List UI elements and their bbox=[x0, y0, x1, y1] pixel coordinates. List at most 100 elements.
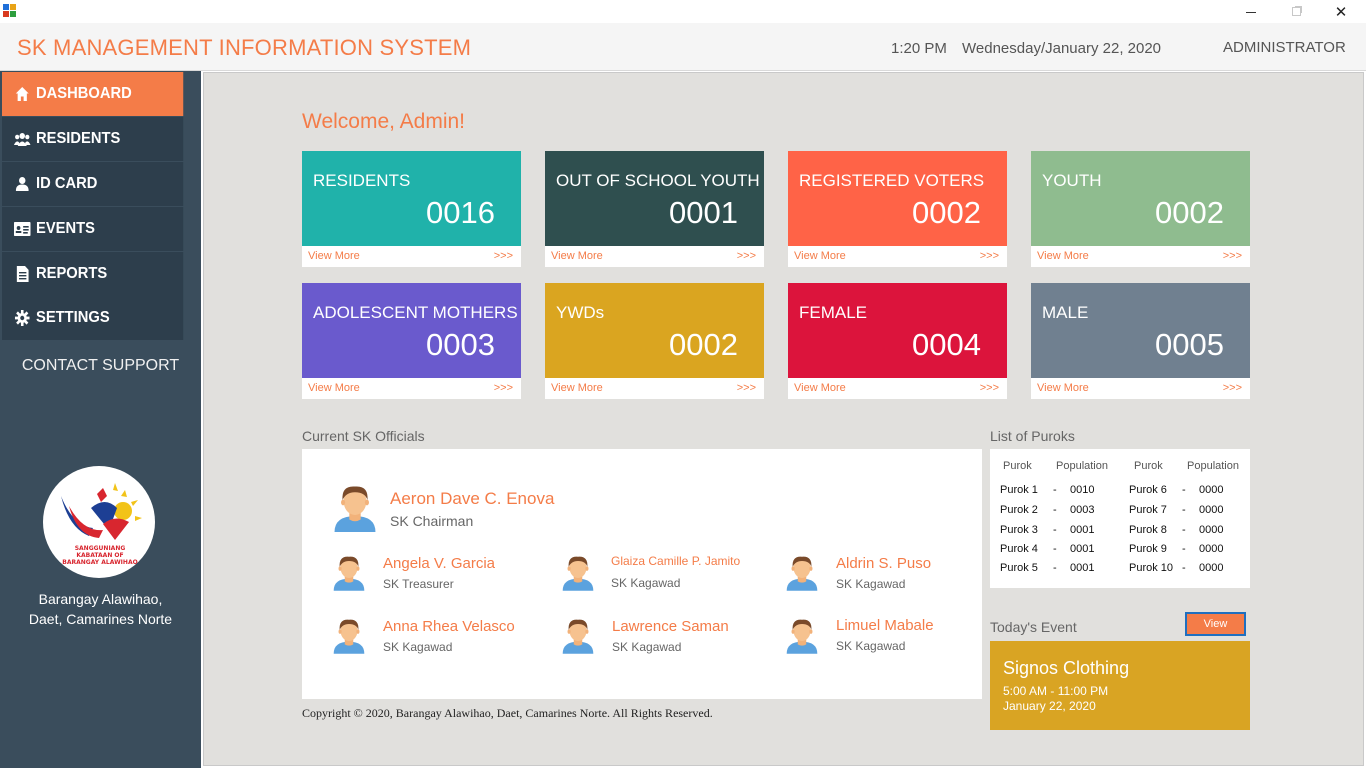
stat-card-value: 0003 bbox=[426, 327, 495, 362]
view-more-arrows[interactable]: >>> bbox=[1223, 250, 1242, 262]
sidebar-item-label: SETTINGS bbox=[36, 309, 110, 326]
stat-card-header: ADOLESCENT MOTHERS 0003 bbox=[302, 283, 521, 378]
purok-name: Purok 8 bbox=[1129, 524, 1167, 536]
official-avatar-icon bbox=[561, 616, 595, 659]
contact-support-link[interactable]: CONTACT SUPPORT bbox=[0, 357, 201, 375]
purok-name: Purok 10 bbox=[1129, 562, 1174, 574]
view-more-arrows[interactable]: >>> bbox=[980, 382, 999, 394]
view-more-link[interactable]: View More bbox=[308, 250, 360, 262]
purok-dash: - bbox=[1182, 562, 1186, 574]
app-icon bbox=[3, 4, 17, 18]
stat-card-header: RESIDENTS 0016 bbox=[302, 151, 521, 246]
event-name: Signos Clothing bbox=[1003, 658, 1130, 678]
barangay-location-line: Daet, Camarines Norte bbox=[28, 611, 173, 627]
purok-name: Purok 2 bbox=[1000, 504, 1038, 516]
purok-name: Purok 1 bbox=[1000, 484, 1038, 496]
purok-population: 0001 bbox=[1070, 562, 1095, 574]
stat-card-out-of-school-youth[interactable]: OUT OF SCHOOL YOUTH 0001 View More >>> bbox=[545, 151, 764, 267]
view-more-arrows[interactable]: >>> bbox=[737, 250, 756, 262]
stat-card-value: 0002 bbox=[669, 327, 738, 362]
close-button[interactable]: ✕ bbox=[1318, 0, 1364, 23]
purok-name: Purok 9 bbox=[1129, 543, 1167, 555]
official-role: SK Kagawad bbox=[836, 577, 906, 591]
view-more-arrows[interactable]: >>> bbox=[494, 250, 513, 262]
header-user[interactable]: ADMINISTRATOR bbox=[1223, 39, 1346, 56]
stat-card-header: FEMALE 0004 bbox=[788, 283, 1007, 378]
app-title: SK MANAGEMENT INFORMATION SYSTEM bbox=[17, 35, 472, 60]
stat-card-registered-voters[interactable]: REGISTERED VOTERS 0002 View More >>> bbox=[788, 151, 1007, 267]
purok-dash: - bbox=[1053, 562, 1057, 574]
stat-card-value: 0005 bbox=[1155, 327, 1224, 362]
view-more-link[interactable]: View More bbox=[1037, 382, 1089, 394]
official-entry: Anna Rhea Velasco SK Kagawad bbox=[383, 618, 515, 654]
purok-dash: - bbox=[1053, 504, 1057, 516]
sangguniang-kabataan-logo: SANGGUNIANG KABATAAN OF BARANGAY ALAWIHA… bbox=[43, 466, 155, 578]
purok-name: Purok 4 bbox=[1000, 543, 1038, 555]
official-role: SK Kagawad bbox=[836, 639, 906, 653]
stat-card-title: REGISTERED VOTERS bbox=[799, 171, 985, 190]
stat-card-value: 0002 bbox=[912, 195, 981, 230]
view-more-link[interactable]: View More bbox=[1037, 250, 1089, 262]
sidebar-item-reports[interactable]: REPORTS bbox=[2, 252, 184, 296]
minimize-icon bbox=[1246, 11, 1256, 13]
close-icon: ✕ bbox=[1334, 2, 1348, 21]
stat-card-title: YWDs bbox=[556, 303, 605, 322]
official-entry: Lawrence Saman SK Kagawad bbox=[612, 618, 729, 654]
sidebar-item-dashboard[interactable]: DASHBOARD bbox=[2, 72, 184, 116]
view-more-link[interactable]: View More bbox=[794, 250, 846, 262]
logo-text: BARANGAY ALAWIHAO bbox=[62, 559, 137, 566]
stat-card-value: 0004 bbox=[912, 327, 981, 362]
stat-card-header: MALE 0005 bbox=[1031, 283, 1250, 378]
stat-card-ywds[interactable]: YWDs 0002 View More >>> bbox=[545, 283, 764, 399]
stat-card-male[interactable]: MALE 0005 View More >>> bbox=[1031, 283, 1250, 399]
minimize-button[interactable] bbox=[1228, 0, 1274, 23]
sidebar-item-label: ID CARD bbox=[36, 175, 98, 192]
todays-event-card[interactable]: Signos Clothing 5:00 AM - 11:00 PM Janua… bbox=[990, 641, 1250, 730]
purok-name: Purok 7 bbox=[1129, 504, 1167, 516]
logo-text: SANGGUNIANG bbox=[75, 545, 126, 552]
official-role: SK Treasurer bbox=[383, 577, 454, 591]
maximize-icon bbox=[1291, 7, 1301, 16]
sidebar-item-id-card[interactable]: ID CARD bbox=[2, 162, 184, 206]
official-role: SK Kagawad bbox=[611, 576, 681, 590]
official-avatar-icon bbox=[332, 616, 366, 659]
view-more-arrows[interactable]: >>> bbox=[494, 382, 513, 394]
purok-population: 0000 bbox=[1199, 484, 1224, 496]
purok-dash: - bbox=[1182, 543, 1186, 555]
purok-dash: - bbox=[1182, 484, 1186, 496]
view-more-arrows[interactable]: >>> bbox=[980, 250, 999, 262]
view-more-link[interactable]: View More bbox=[551, 382, 603, 394]
purok-dash: - bbox=[1053, 543, 1057, 555]
view-more-arrows[interactable]: >>> bbox=[737, 382, 756, 394]
stat-card-female[interactable]: FEMALE 0004 View More >>> bbox=[788, 283, 1007, 399]
sidebar-item-residents[interactable]: RESIDENTS bbox=[2, 117, 184, 161]
stat-card-residents[interactable]: RESIDENTS 0016 View More >>> bbox=[302, 151, 521, 267]
view-more-link[interactable]: View More bbox=[794, 382, 846, 394]
purok-population: 0000 bbox=[1199, 543, 1224, 555]
official-entry: Limuel Mabale SK Kagawad bbox=[836, 617, 934, 653]
sidebar-item-label: EVENTS bbox=[36, 220, 95, 237]
official-name: Lawrence Saman bbox=[612, 618, 729, 635]
officials-panel bbox=[302, 449, 982, 699]
official-name: Aldrin S. Puso bbox=[836, 555, 932, 572]
official-avatar-icon bbox=[332, 553, 366, 596]
stat-card-adolescent-mothers[interactable]: ADOLESCENT MOTHERS 0003 View More >>> bbox=[302, 283, 521, 399]
view-more-link[interactable]: View More bbox=[551, 250, 603, 262]
official-role: SK Kagawad bbox=[612, 640, 682, 654]
official-role: SK Kagawad bbox=[383, 640, 453, 654]
purok-dash: - bbox=[1053, 524, 1057, 536]
sidebar-item-label: DASHBOARD bbox=[36, 85, 132, 102]
official-name: Aeron Dave C. Enova bbox=[390, 489, 555, 508]
maximize-button[interactable] bbox=[1273, 0, 1319, 23]
official-entry: Glaiza Camille P. Jamito SK Kagawad bbox=[611, 554, 740, 590]
purok-dash: - bbox=[1182, 504, 1186, 516]
stat-card-youth[interactable]: YOUTH 0002 View More >>> bbox=[1031, 151, 1250, 267]
sidebar-item-settings[interactable]: SETTINGS bbox=[2, 296, 184, 340]
view-more-arrows[interactable]: >>> bbox=[1223, 382, 1242, 394]
header-time: 1:20 PM bbox=[891, 40, 947, 57]
purok-population: 0010 bbox=[1070, 484, 1095, 496]
view-event-button[interactable]: View bbox=[1185, 612, 1246, 636]
sidebar-item-events[interactable]: EVENTS bbox=[2, 207, 184, 251]
view-more-link[interactable]: View More bbox=[308, 382, 360, 394]
app-header: SK MANAGEMENT INFORMATION SYSTEM 1:20 PM… bbox=[0, 23, 1366, 71]
